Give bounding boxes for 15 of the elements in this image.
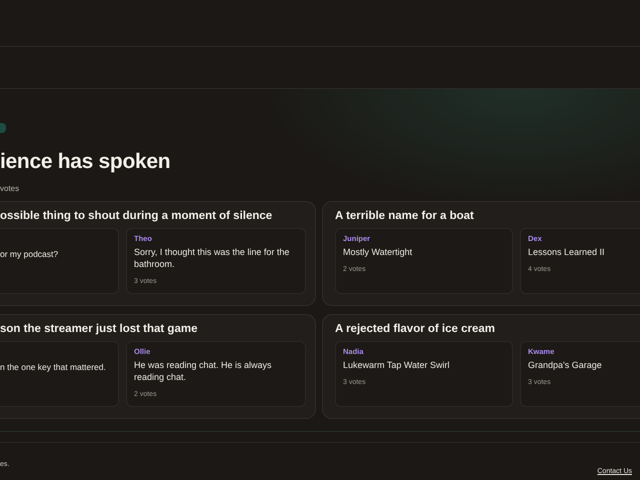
vote-count: votes <box>0 184 20 193</box>
page-title: ience has spoken <box>0 149 172 175</box>
answer-text: Grandpa's Garage <box>528 359 603 371</box>
answer-text: Mostly Watertight <box>343 246 414 258</box>
answer-text: He was reading chat. He is always reading chat. <box>134 359 273 383</box>
answer-text: n the one key that mattered. <box>0 361 107 373</box>
prompt-title: A rejected flavor of ice cream <box>335 323 496 335</box>
prompt-title: son the streamer just lost that game <box>0 323 198 335</box>
prompt-title: ossible thing to shout during a moment of silence <box>0 210 274 222</box>
answer-text: or my podcast? <box>0 248 60 260</box>
prompt-title: A terrible name for a boat <box>335 210 475 222</box>
answer-text: Sorry, I thought this was the line for the bathroom. <box>134 246 290 270</box>
answer-text: Lessons Learned II <box>528 246 606 258</box>
answer-text: Lukewarm Tap Water Swirl <box>343 359 451 371</box>
status-badge <box>0 123 6 133</box>
